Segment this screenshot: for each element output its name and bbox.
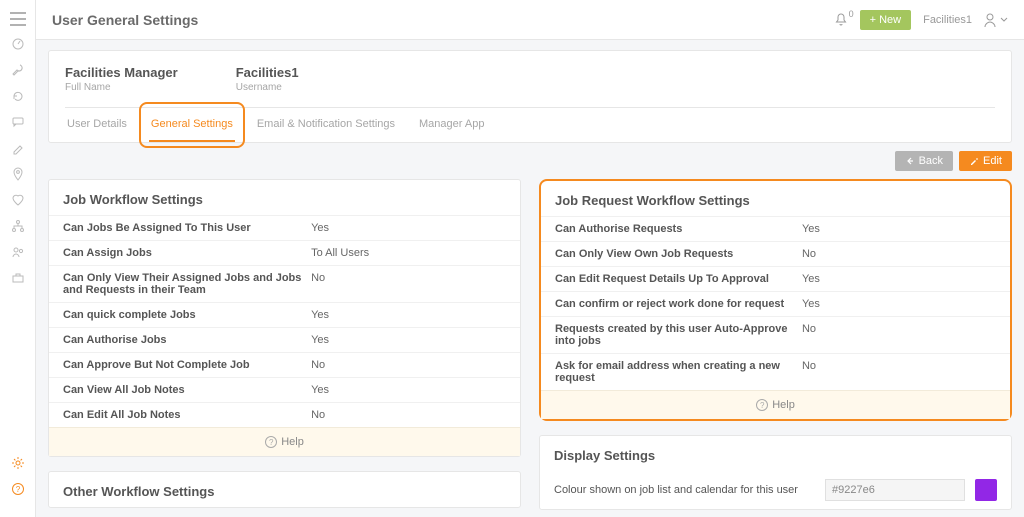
other-workflow-card: Other Workflow Settings	[48, 471, 521, 508]
fullname-value: Facilities Manager	[65, 65, 178, 80]
dashboard-icon[interactable]	[10, 36, 26, 52]
help-label: Help	[772, 399, 795, 411]
sitemap-icon[interactable]	[10, 218, 26, 234]
avatar-icon	[982, 12, 998, 28]
table-row: Can Only View Own Job RequestsNo	[541, 241, 1010, 266]
username-label: Username	[236, 82, 299, 93]
edit-button-label: Edit	[983, 155, 1002, 167]
back-button-label: Back	[919, 155, 943, 167]
chevron-down-icon	[1000, 16, 1008, 24]
display-settings-card: Display Settings Colour shown on job lis…	[539, 435, 1012, 510]
write-icon[interactable]	[10, 140, 26, 156]
briefcase-icon[interactable]	[10, 270, 26, 286]
notifications-count: 0	[849, 9, 854, 19]
top-bar: User General Settings 0 + New Facilities…	[36, 0, 1024, 40]
settings-icon[interactable]	[10, 455, 26, 471]
display-settings-title: Display Settings	[540, 436, 1011, 471]
table-row: Can Authorise RequestsYes	[541, 216, 1010, 241]
tabs: User Details General Settings Email & No…	[65, 107, 995, 142]
user-header-panel: Facilities Manager Full Name Facilities1…	[48, 50, 1012, 143]
table-row: Can View All Job NotesYes	[49, 377, 520, 402]
tab-general-settings[interactable]: General Settings	[149, 108, 235, 142]
new-button[interactable]: + New	[860, 10, 912, 30]
table-row: Can Approve But Not Complete JobNo	[49, 352, 520, 377]
refresh-icon[interactable]	[10, 88, 26, 104]
help-icon[interactable]: ?	[10, 481, 26, 497]
table-row: Ask for email address when creating a ne…	[541, 353, 1010, 390]
display-color-label: Colour shown on job list and calendar fo…	[554, 484, 815, 496]
tab-general-settings-label: General Settings	[151, 118, 233, 130]
request-workflow-card: Job Request Workflow Settings Can Author…	[539, 179, 1012, 421]
facility-link[interactable]: Facilities1	[923, 14, 972, 26]
page-title: User General Settings	[52, 12, 198, 28]
table-row: Requests created by this user Auto-Appro…	[541, 316, 1010, 353]
location-icon[interactable]	[10, 166, 26, 182]
notifications-button[interactable]: 0	[834, 13, 848, 27]
svg-text:?: ?	[15, 485, 20, 494]
table-row: Can Authorise JobsYes	[49, 327, 520, 352]
job-workflow-card: Job Workflow Settings Can Jobs Be Assign…	[48, 179, 521, 457]
question-icon: ?	[265, 436, 277, 448]
table-row: Can confirm or reject work done for requ…	[541, 291, 1010, 316]
help-label: Help	[281, 436, 304, 448]
help-link[interactable]: ? Help	[541, 390, 1010, 419]
color-swatch[interactable]	[975, 479, 997, 501]
chat-icon[interactable]	[10, 114, 26, 130]
tab-email-notification[interactable]: Email & Notification Settings	[255, 108, 397, 142]
user-menu[interactable]	[982, 12, 1008, 28]
heart-icon[interactable]	[10, 192, 26, 208]
table-row: Can Only View Their Assigned Jobs and Jo…	[49, 265, 520, 302]
table-row: Can Jobs Be Assigned To This UserYes	[49, 215, 520, 240]
side-nav: ?	[0, 0, 36, 517]
question-icon: ?	[756, 399, 768, 411]
help-link[interactable]: ? Help	[49, 427, 520, 456]
edit-button[interactable]: Edit	[959, 151, 1012, 171]
back-arrow-icon	[905, 156, 915, 166]
back-button[interactable]: Back	[895, 151, 953, 171]
table-row: Can Edit All Job NotesNo	[49, 402, 520, 427]
username-value: Facilities1	[236, 65, 299, 80]
tab-user-details[interactable]: User Details	[65, 108, 129, 142]
table-row: Can quick complete JobsYes	[49, 302, 520, 327]
pencil-icon	[969, 156, 979, 166]
table-row: Can Assign JobsTo All Users	[49, 240, 520, 265]
users-icon[interactable]	[10, 244, 26, 260]
color-input[interactable]	[825, 479, 965, 501]
tab-manager-app[interactable]: Manager App	[417, 108, 486, 142]
wrench-icon[interactable]	[10, 62, 26, 78]
hamburger-icon[interactable]	[10, 12, 26, 26]
request-workflow-title: Job Request Workflow Settings	[541, 181, 1010, 216]
job-workflow-title: Job Workflow Settings	[49, 180, 520, 215]
other-workflow-title: Other Workflow Settings	[49, 472, 520, 507]
fullname-label: Full Name	[65, 82, 178, 93]
table-row: Can Edit Request Details Up To ApprovalY…	[541, 266, 1010, 291]
